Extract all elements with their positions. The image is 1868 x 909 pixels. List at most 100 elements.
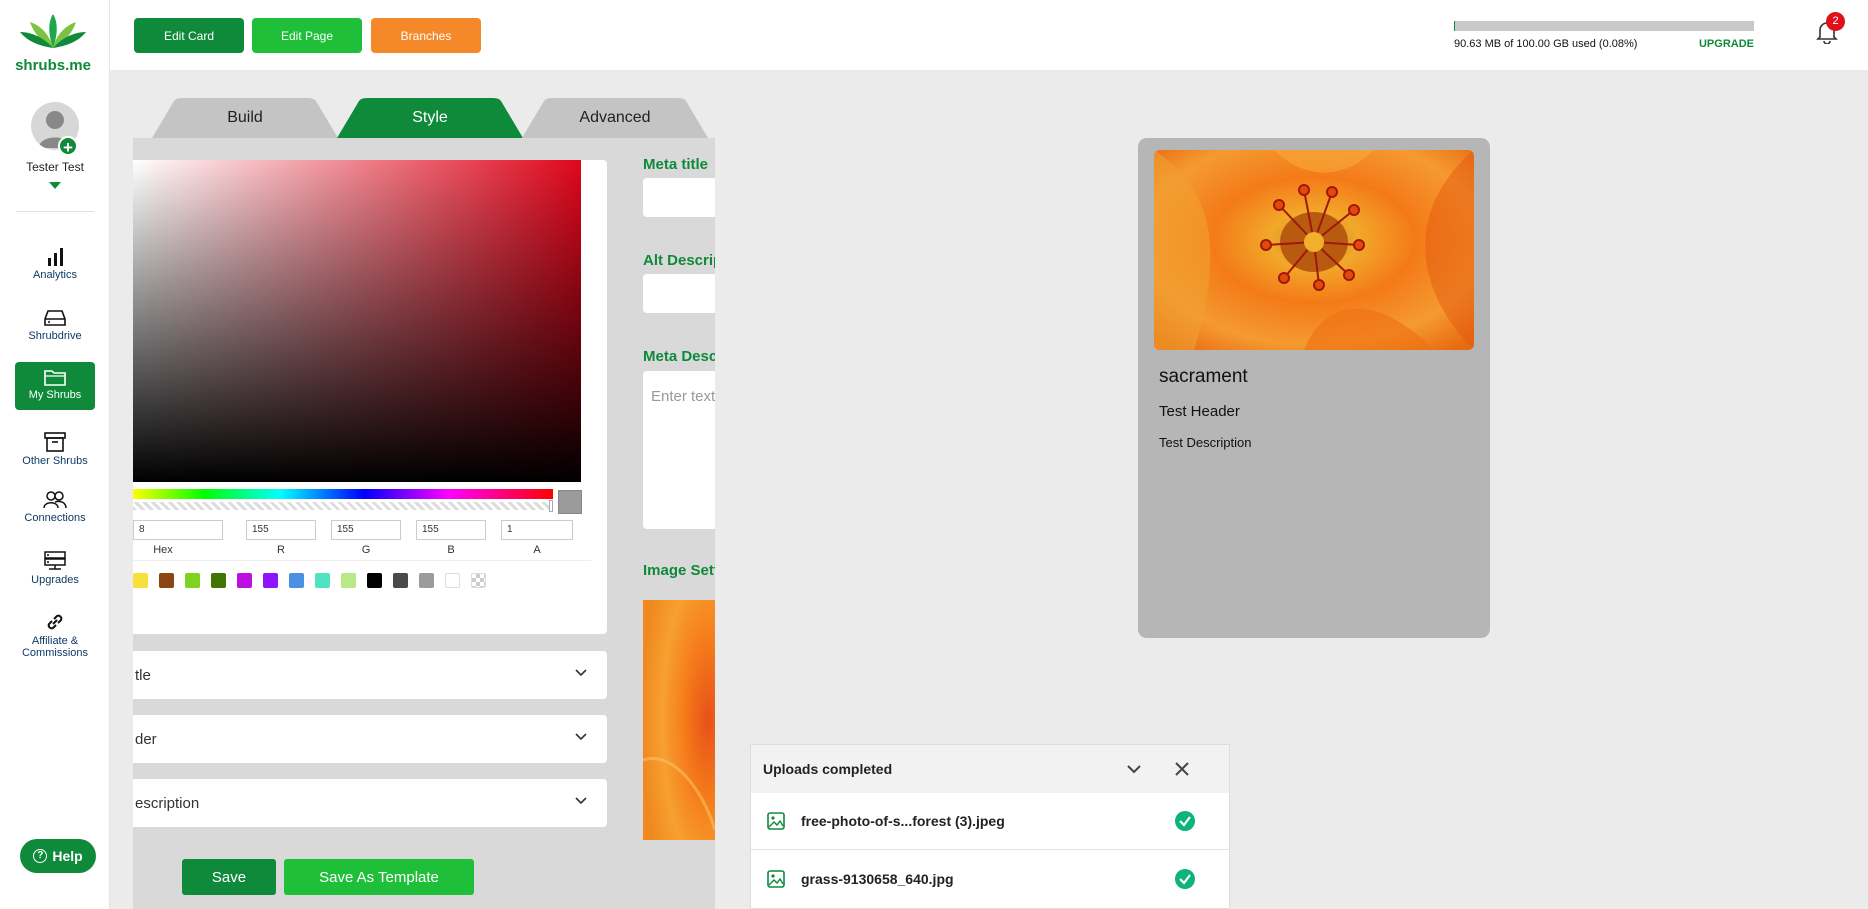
branches-button[interactable]: Branches bbox=[371, 18, 481, 53]
color-picker: 8 155 155 155 1 Hex R G B A bbox=[133, 160, 607, 634]
meta-settings-column: Meta title Alt Descrip Meta Descr Image … bbox=[638, 138, 715, 909]
meta-title-input[interactable] bbox=[643, 178, 715, 217]
check-circle-icon bbox=[1175, 811, 1195, 831]
check-circle-icon bbox=[1175, 869, 1195, 889]
sidebar-item-analytics[interactable]: Analytics bbox=[15, 244, 95, 285]
upgrade-link[interactable]: UPGRADE bbox=[1699, 38, 1754, 50]
app-root: shrubs.me + Tester Test Analytics Shrubd… bbox=[0, 0, 1868, 909]
r-input[interactable]: 155 bbox=[246, 520, 316, 540]
saturation-area[interactable] bbox=[133, 160, 581, 482]
sidebar-item-other-shrubs[interactable]: Other Shrubs bbox=[15, 428, 95, 471]
b-input[interactable]: 155 bbox=[416, 520, 486, 540]
storage-text: 90.63 MB of 100.00 GB used (0.08%) bbox=[1454, 38, 1638, 50]
edit-card-button[interactable]: Edit Card bbox=[134, 18, 244, 53]
notification-badge[interactable]: 2 bbox=[1826, 12, 1845, 31]
save-button[interactable]: Save bbox=[182, 859, 276, 895]
sidebar-item-label: My Shrubs bbox=[28, 389, 82, 401]
preset-swatch[interactable] bbox=[211, 573, 226, 588]
style-editor-panel: 8 155 155 155 1 Hex R G B A tle der escr… bbox=[133, 138, 715, 909]
storage-meter: 90.63 MB of 100.00 GB used (0.08%) UPGRA… bbox=[1454, 21, 1754, 52]
presets-divider bbox=[133, 560, 591, 561]
edit-page-button[interactable]: Edit Page bbox=[252, 18, 362, 53]
accordion-header[interactable]: der bbox=[133, 715, 607, 763]
a-label: A bbox=[533, 544, 541, 556]
preset-swatch[interactable] bbox=[341, 573, 356, 588]
topbar: Edit Card Edit Page Branches 90.63 MB of… bbox=[110, 0, 1868, 70]
chevron-down-icon bbox=[575, 733, 587, 741]
close-icon[interactable] bbox=[1174, 761, 1190, 777]
preset-swatch[interactable] bbox=[133, 573, 148, 588]
edit-card-label: Edit Card bbox=[163, 28, 215, 43]
hard-drive-icon bbox=[44, 310, 66, 326]
leaf-logo-icon bbox=[20, 14, 86, 48]
storage-bar bbox=[1454, 21, 1754, 31]
collapse-chevron-icon[interactable] bbox=[1127, 765, 1141, 774]
profile-name: Tester Test bbox=[26, 160, 84, 174]
help-icon: ? bbox=[33, 849, 48, 863]
uploads-header: Uploads completed bbox=[751, 745, 1229, 793]
upload-row: grass-9130658_640.jpg bbox=[751, 851, 1229, 908]
save-as-template-button[interactable]: Save As Template bbox=[284, 859, 474, 895]
preset-swatch[interactable] bbox=[393, 573, 408, 588]
preset-swatch[interactable] bbox=[419, 573, 434, 588]
upload-file-name: grass-9130658_640.jpg bbox=[801, 871, 954, 887]
checkmark-icon bbox=[1179, 874, 1191, 885]
alpha-slider-thumb[interactable] bbox=[549, 500, 553, 512]
sidebar-item-label: Other Shrubs bbox=[22, 455, 88, 467]
preset-swatch[interactable] bbox=[471, 573, 486, 588]
users-icon bbox=[43, 491, 67, 509]
profile-caret-icon[interactable] bbox=[49, 182, 61, 189]
hue-slider[interactable] bbox=[133, 489, 553, 499]
accordion-title[interactable]: tle bbox=[133, 651, 607, 699]
tab-style-label: Style bbox=[412, 109, 448, 126]
card-image bbox=[1154, 150, 1474, 350]
sidebar-item-label: Connections bbox=[24, 512, 86, 524]
preset-swatch[interactable] bbox=[263, 573, 278, 588]
profile[interactable]: + Tester Test bbox=[0, 102, 110, 189]
sidebar-item-shrubdrive[interactable]: Shrubdrive bbox=[15, 305, 95, 346]
card-description: Test Description bbox=[1159, 435, 1252, 450]
sidebar-item-my-shrubs[interactable]: My Shrubs bbox=[15, 362, 95, 410]
alt-description-input[interactable] bbox=[643, 274, 715, 313]
flower-image bbox=[643, 600, 715, 840]
preset-swatch[interactable] bbox=[185, 573, 200, 588]
sidebar-item-upgrades[interactable]: Upgrades bbox=[15, 547, 95, 590]
tab-advanced[interactable]: Advanced bbox=[522, 98, 708, 138]
server-icon bbox=[44, 551, 66, 570]
meta-description-label: Meta Descr bbox=[643, 348, 715, 365]
help-button[interactable]: ? Help bbox=[20, 839, 96, 873]
card-preview[interactable]: sacrament Test Header Test Description bbox=[1138, 138, 1490, 638]
sidebar-item-affiliate[interactable]: Affiliate & Commissions bbox=[15, 608, 95, 663]
tab-style[interactable]: Style bbox=[337, 98, 523, 138]
logo[interactable]: shrubs.me bbox=[14, 12, 92, 74]
sidebar-item-label: Shrubdrive bbox=[28, 330, 82, 342]
sidebar-divider bbox=[16, 211, 94, 212]
alpha-slider[interactable] bbox=[133, 502, 553, 510]
color-preview-swatch bbox=[558, 490, 582, 514]
accordion-description[interactable]: escription bbox=[133, 779, 607, 827]
preset-swatch[interactable] bbox=[367, 573, 382, 588]
accordion-description-label: escription bbox=[135, 794, 200, 812]
tab-build[interactable]: Build bbox=[152, 98, 338, 138]
folder-icon bbox=[44, 370, 66, 386]
link-icon bbox=[47, 614, 63, 630]
image-file-icon bbox=[767, 812, 785, 830]
sidebar-item-label: Affiliate & bbox=[31, 635, 79, 647]
add-avatar-icon[interactable]: + bbox=[58, 136, 78, 157]
preset-swatch[interactable] bbox=[315, 573, 330, 588]
preset-swatch[interactable] bbox=[159, 573, 174, 588]
image-settings-thumbnail[interactable] bbox=[643, 600, 715, 840]
preset-swatch[interactable] bbox=[289, 573, 304, 588]
hex-input[interactable]: 8 bbox=[133, 520, 223, 540]
a-input[interactable]: 1 bbox=[501, 520, 573, 540]
sidebar-item-label: Commissions bbox=[21, 647, 88, 659]
preset-swatch[interactable] bbox=[445, 573, 460, 588]
save-as-template-label: Save As Template bbox=[319, 868, 439, 886]
g-input[interactable]: 155 bbox=[331, 520, 401, 540]
bar-chart-icon bbox=[48, 248, 63, 266]
storage-bar-fill bbox=[1454, 21, 1455, 31]
sidebar-item-connections[interactable]: Connections bbox=[15, 487, 95, 528]
preset-swatch[interactable] bbox=[237, 573, 252, 588]
g-label: G bbox=[361, 544, 371, 556]
hex-label: Hex bbox=[153, 544, 173, 556]
